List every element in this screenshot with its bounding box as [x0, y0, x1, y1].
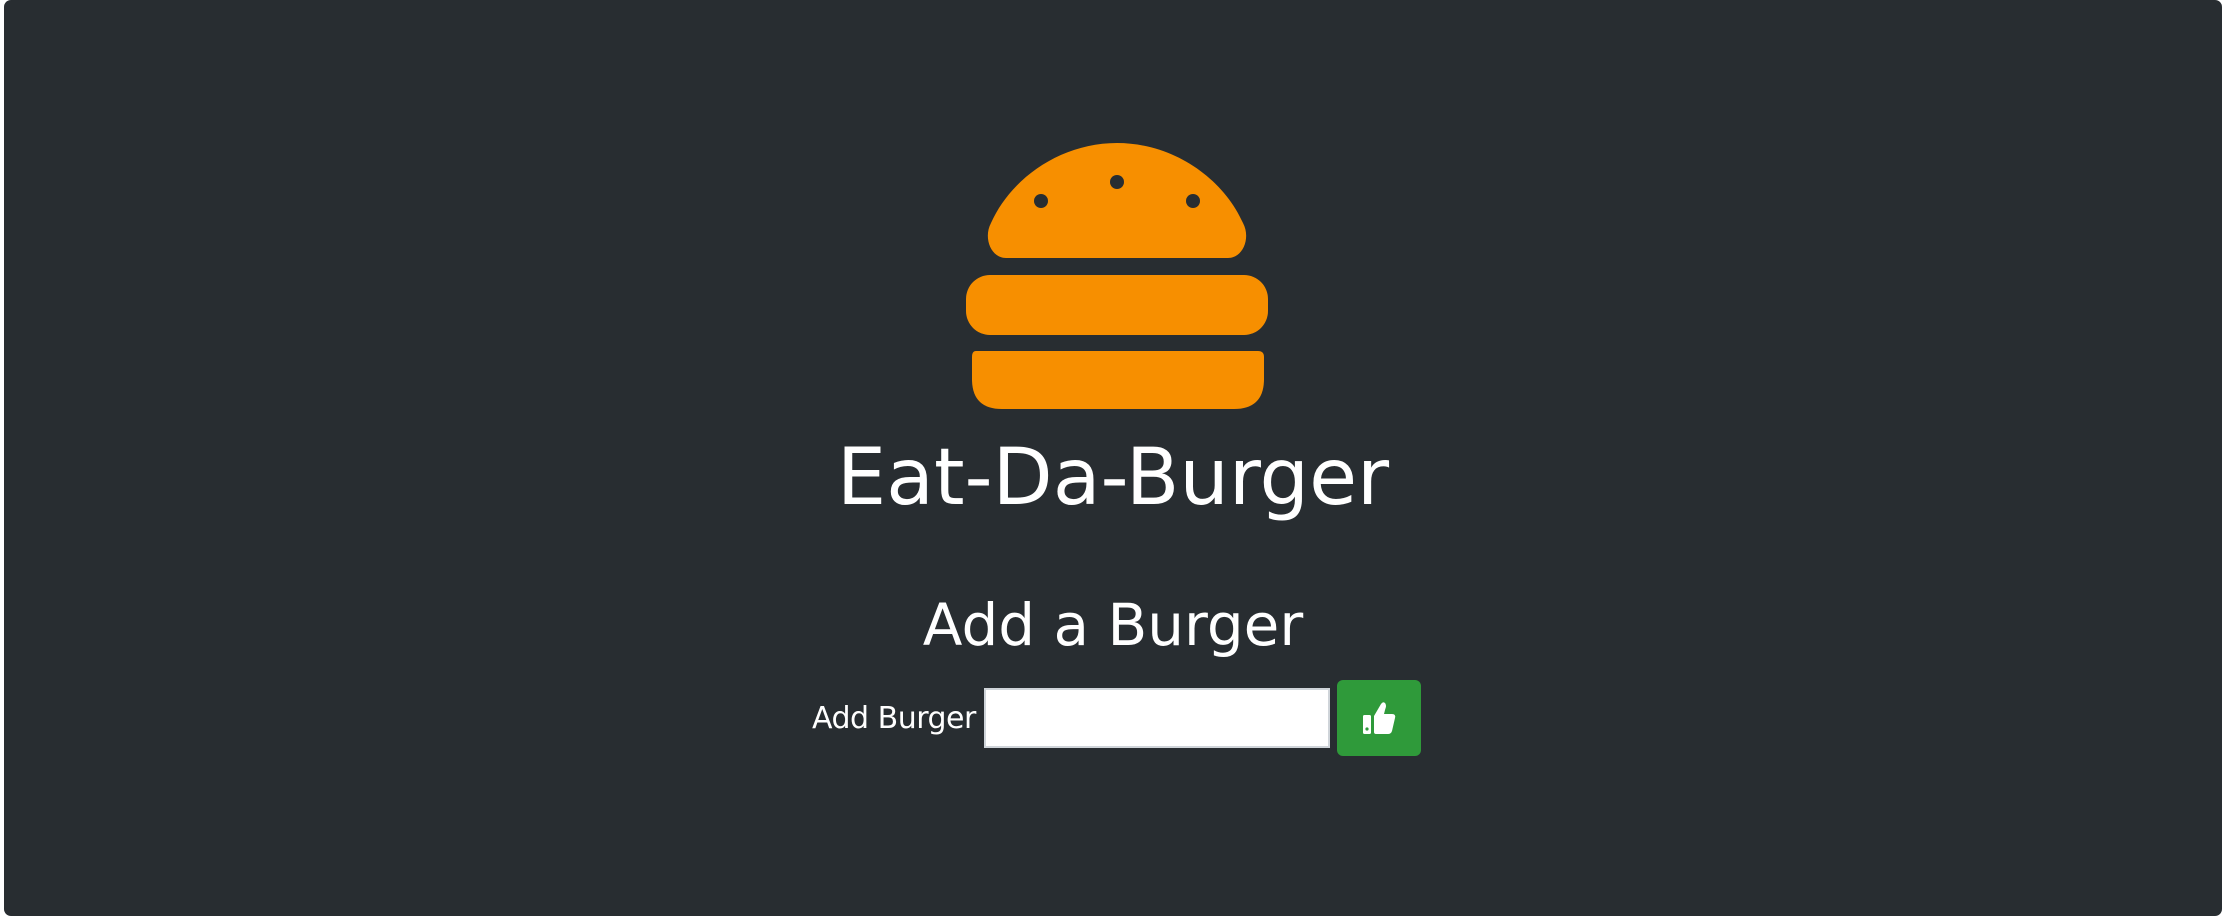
- add-burger-heading: Add a Burger: [922, 591, 1304, 659]
- thumbs-up-icon: [1362, 702, 1396, 734]
- jumbotron: Eat-Da-Burger Add a Burger Add Burger: [4, 0, 2222, 916]
- burger-name-input[interactable]: [983, 688, 1330, 748]
- burger-icon: [966, 143, 1268, 409]
- submit-burger-button[interactable]: [1336, 680, 1421, 756]
- add-burger-form: Add Burger: [812, 680, 1421, 756]
- page-title: Eat-Da-Burger: [836, 433, 1390, 523]
- add-burger-label: Add Burger: [812, 700, 976, 736]
